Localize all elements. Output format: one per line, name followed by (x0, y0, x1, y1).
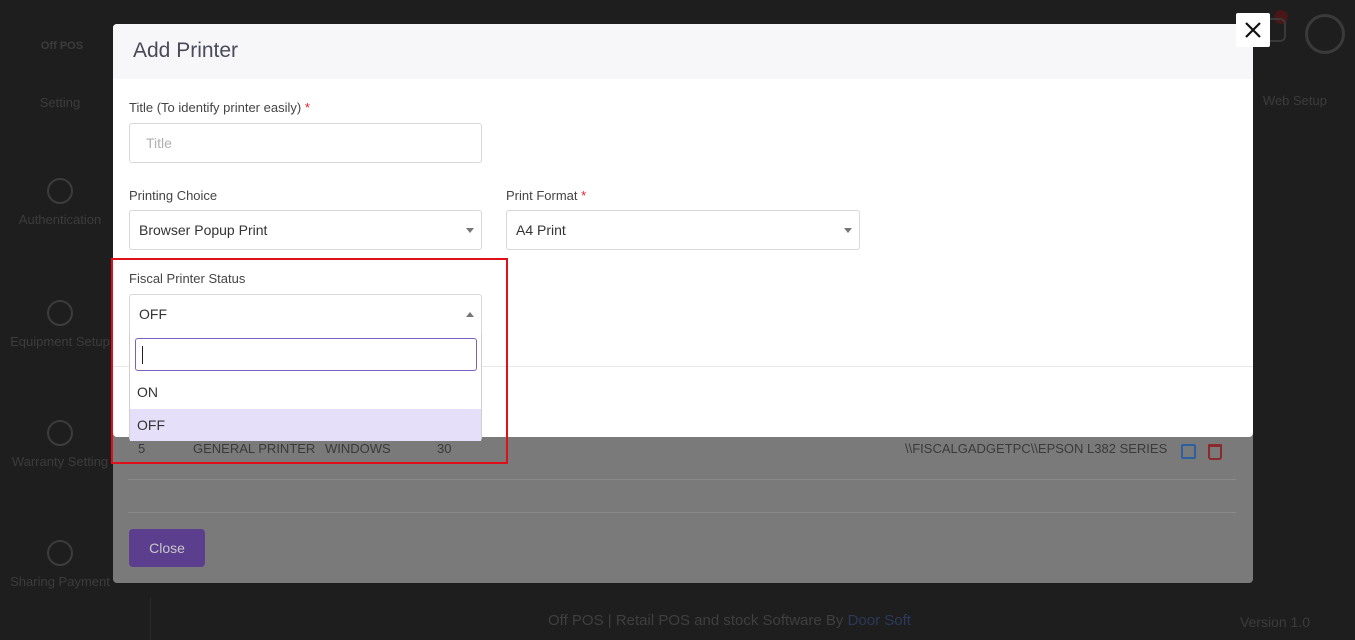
close-icon (1245, 22, 1261, 38)
sidebar-item-setting: Setting (0, 95, 120, 110)
sidebar-item-warranty: Warranty Setting (0, 420, 120, 469)
close-button: Close (129, 529, 205, 567)
app-logo-text: Off POS (40, 40, 84, 52)
highlight-box (111, 258, 508, 464)
shield-icon (47, 178, 73, 204)
sidebar-item-label: Warranty Setting (11, 454, 109, 469)
tool-icon (47, 420, 73, 446)
web-setup-label: Web Setup (1262, 93, 1327, 108)
chevron-down-icon (466, 228, 474, 233)
sidebar-item-label: Sharing Payment (10, 574, 110, 589)
printing-choice-label: Printing Choice (129, 188, 218, 203)
version-label: Version 1.0 (1239, 614, 1310, 630)
footer-text: Off POS | Retail POS and stock Software … (548, 612, 911, 629)
title-label-text: Title (To identify printer easily) (129, 100, 302, 115)
modal-title: Add Printer (133, 39, 239, 62)
row-path: \\FISCALGADGETPC\\EPSON L382 SERIES (905, 441, 1168, 456)
print-format-value: A4 Print (516, 222, 566, 238)
avatar (1305, 14, 1345, 54)
edit-icon (1181, 444, 1196, 459)
database-icon (47, 300, 73, 326)
title-field-label: Title (To identify printer easily) * (129, 100, 310, 115)
printing-choice-select[interactable]: Browser Popup Print (129, 210, 482, 250)
row-divider (128, 512, 1236, 513)
sidebar-item-label: Equipment Setup (10, 334, 110, 349)
sidebar-item-label: Setting (39, 95, 81, 110)
required-mark: * (581, 188, 587, 203)
sidebar-item-authentication: Authentication (0, 178, 120, 227)
title-placeholder: Title (146, 135, 172, 151)
sidebar-item-equipment: Equipment Setup (0, 300, 120, 349)
printing-choice-value: Browser Popup Print (139, 222, 268, 238)
modal-close-button[interactable] (1236, 13, 1270, 47)
sidebar-item-sharing: Sharing Payment (0, 540, 120, 589)
trash-icon (1208, 444, 1222, 460)
required-mark: * (304, 100, 310, 115)
print-format-select[interactable]: A4 Print (506, 210, 860, 250)
sidebar-item-label: Authentication (18, 212, 102, 227)
footer-copy: Off POS | Retail POS and stock Software … (548, 612, 848, 629)
footer-link: Door Soft (847, 612, 911, 629)
chevron-down-icon (844, 228, 852, 233)
app-logo: Off POS (38, 14, 86, 58)
row-divider (128, 479, 1236, 480)
modal-header: Add Printer (113, 24, 1253, 79)
title-input[interactable]: Title (129, 123, 482, 163)
print-format-label: Print Format * (506, 188, 586, 203)
network-icon (47, 540, 73, 566)
print-format-label-text: Print Format (506, 188, 578, 203)
footer-divider (150, 598, 151, 640)
